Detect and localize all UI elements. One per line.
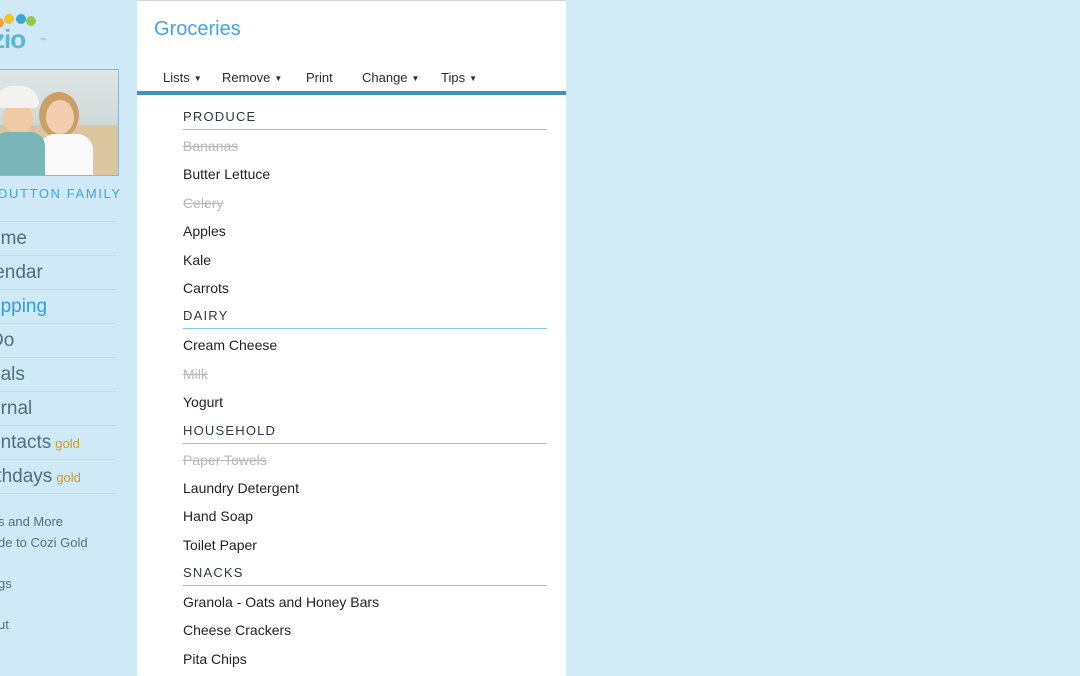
list-item[interactable]: Yogurt <box>183 386 547 414</box>
list-item[interactable]: Kale <box>183 244 547 272</box>
list-item-text: Laundry Detergent <box>183 479 299 496</box>
list-item[interactable]: Apples <box>183 215 547 243</box>
sidebar-nav-item[interactable]: eals <box>0 358 116 392</box>
caret-down-icon: ▼ <box>193 74 202 83</box>
list-item-text: Cheese Crackers <box>183 622 292 639</box>
sidebar-nav-label: eals <box>0 364 25 386</box>
gold-badge: gold <box>56 470 81 485</box>
cozi-logo[interactable]: zio ™ <box>0 10 54 56</box>
section-title: PRODUCE <box>183 109 257 124</box>
list-item-text: Apples <box>183 223 226 240</box>
list-toolbar: Lists ▼ Remove ▼ Print Change ▼ Tips ▼ <box>137 63 566 95</box>
list-section-header: PRODUCE <box>183 101 547 130</box>
gold-badge: gold <box>55 436 80 451</box>
sidebar-nav-label: Do <box>0 330 14 352</box>
list-item-text: Butter Lettuce <box>183 166 271 183</box>
toolbar-print-button[interactable]: Print <box>306 70 333 85</box>
sidebar-nav-item[interactable]: ontactsgold <box>0 426 116 460</box>
main-panel: Groceries Lists ▼ Remove ▼ Print Change ▼ Tips ▼… <box>137 0 566 676</box>
list-item[interactable]: Pita Chips <box>183 643 547 671</box>
sidebar-nav-label: lendar <box>0 262 43 284</box>
list-item-text: Pita Chips <box>183 650 247 667</box>
list-item-text: Yogurt <box>183 394 223 411</box>
sidebar-nav-text: rthdays <box>0 466 53 487</box>
list-item[interactable]: Toilet Paper <box>183 529 547 557</box>
list-item-text: Hand Soap <box>183 508 254 525</box>
list-item[interactable]: Cheese Crackers <box>183 614 547 642</box>
list-item[interactable]: Laundry Detergent <box>183 472 547 500</box>
sidebar-nav-item[interactable]: urnal <box>0 392 116 426</box>
list-item[interactable]: Carrots <box>183 272 547 300</box>
sidebar-nav-label: ome <box>0 228 27 250</box>
toolbar-button-label: Remove <box>222 70 271 85</box>
sidebar-nav-label: opping <box>0 296 47 318</box>
sidebar-link[interactable]: s and More <box>0 514 63 529</box>
list-section-header: HOUSEHOLD <box>183 415 547 444</box>
list-item-text: Toilet Paper <box>183 536 257 553</box>
sidebar-nav-text: eals <box>0 364 25 385</box>
section-title: SNACKS <box>183 565 244 581</box>
sidebar-nav-item[interactable]: lendar <box>0 256 116 290</box>
sidebar-nav: omelendaropping Doealsurnalontactsgoldrt… <box>0 221 116 494</box>
sidebar-link[interactable]: de to Cozi Gold <box>0 535 88 550</box>
sidebar-nav-label: urnal <box>0 398 32 420</box>
toolbar-remove-button[interactable]: Remove ▼ <box>222 70 282 85</box>
list-item[interactable]: Butter Lettuce <box>183 158 547 186</box>
list-item-text: Kale <box>183 251 212 268</box>
sidebar-nav-item[interactable]: rthdaysgold <box>0 460 116 494</box>
section-title: DAIRY <box>183 308 229 324</box>
family-name: DUTTON FAMILY <box>0 186 122 201</box>
sidebar-nav-text: opping <box>0 296 48 317</box>
sidebar-nav-text: Do <box>0 330 15 351</box>
sidebar-link[interactable]: gs <box>0 576 12 591</box>
list-item-text: Cream Cheese <box>183 337 278 354</box>
list-item[interactable]: Milk <box>183 358 547 386</box>
caret-down-icon: ▼ <box>411 74 420 83</box>
list-item-text: Milk <box>183 365 208 382</box>
trademark-mark: ™ <box>40 38 46 44</box>
sidebar-nav-text: ome <box>0 228 27 249</box>
shopping-list: PRODUCE Bananas Butter Lettuce Celery Apples… <box>183 101 547 671</box>
caret-down-icon: ▼ <box>469 74 477 83</box>
list-item[interactable]: Paper Towels <box>183 444 547 472</box>
sidebar: zio ™ DUTTON FAMILY ome lendar opping Do ea… <box>0 0 137 675</box>
list-item[interactable]: Hand Soap <box>183 500 547 528</box>
sidebar-nav-label: rthdaysgold <box>0 466 81 488</box>
page-title: Groceries <box>154 18 241 40</box>
toolbar-button-label: Change <box>362 70 408 85</box>
sidebar-nav-text: ontacts <box>0 432 52 453</box>
section-title: HOUSEHOLD <box>183 422 277 438</box>
sidebar-nav-text: lendar <box>0 262 43 283</box>
sidebar-nav-item[interactable]: Do <box>0 324 116 358</box>
list-item[interactable]: Granola - Oats and Honey Bars <box>183 586 547 614</box>
list-item-text: Paper Towels <box>183 451 267 468</box>
logo-text: zio <box>0 24 26 54</box>
list-item[interactable]: Celery <box>183 187 547 215</box>
list-section-header: DAIRY <box>183 300 547 330</box>
list-section-header: SNACKS <box>183 557 547 587</box>
sidebar-nav-item[interactable]: ome <box>0 222 116 256</box>
sidebar-nav-text: urnal <box>0 398 33 419</box>
toolbar-change-button[interactable]: Change ▼ <box>362 70 419 85</box>
list-item[interactable]: Bananas <box>183 130 547 158</box>
logo-dot <box>4 14 14 24</box>
toolbar-lists-button[interactable]: Lists ▼ <box>163 70 202 85</box>
toolbar-tips-button[interactable]: Tips ▼ <box>441 70 477 85</box>
toolbar-button-label: Tips <box>441 70 466 85</box>
logo-dot <box>16 14 26 24</box>
toolbar-button-label: Print <box>306 70 333 85</box>
family-photo[interactable] <box>0 69 119 176</box>
caret-down-icon: ▼ <box>274 74 283 83</box>
list-item[interactable]: Cream Cheese <box>183 329 547 357</box>
toolbar-button-label: Lists <box>163 70 190 85</box>
sidebar-nav-item[interactable]: opping <box>0 290 116 324</box>
list-item-text: Bananas <box>183 138 239 154</box>
list-item-text: Granola - Oats and Honey Bars <box>183 594 380 611</box>
sidebar-nav-label: ontactsgold <box>0 432 80 454</box>
list-item-text: Celery <box>183 194 224 211</box>
logo-dot <box>26 16 36 26</box>
sidebar-link[interactable]: ut <box>0 617 9 632</box>
list-item-text: Carrots <box>183 279 229 296</box>
